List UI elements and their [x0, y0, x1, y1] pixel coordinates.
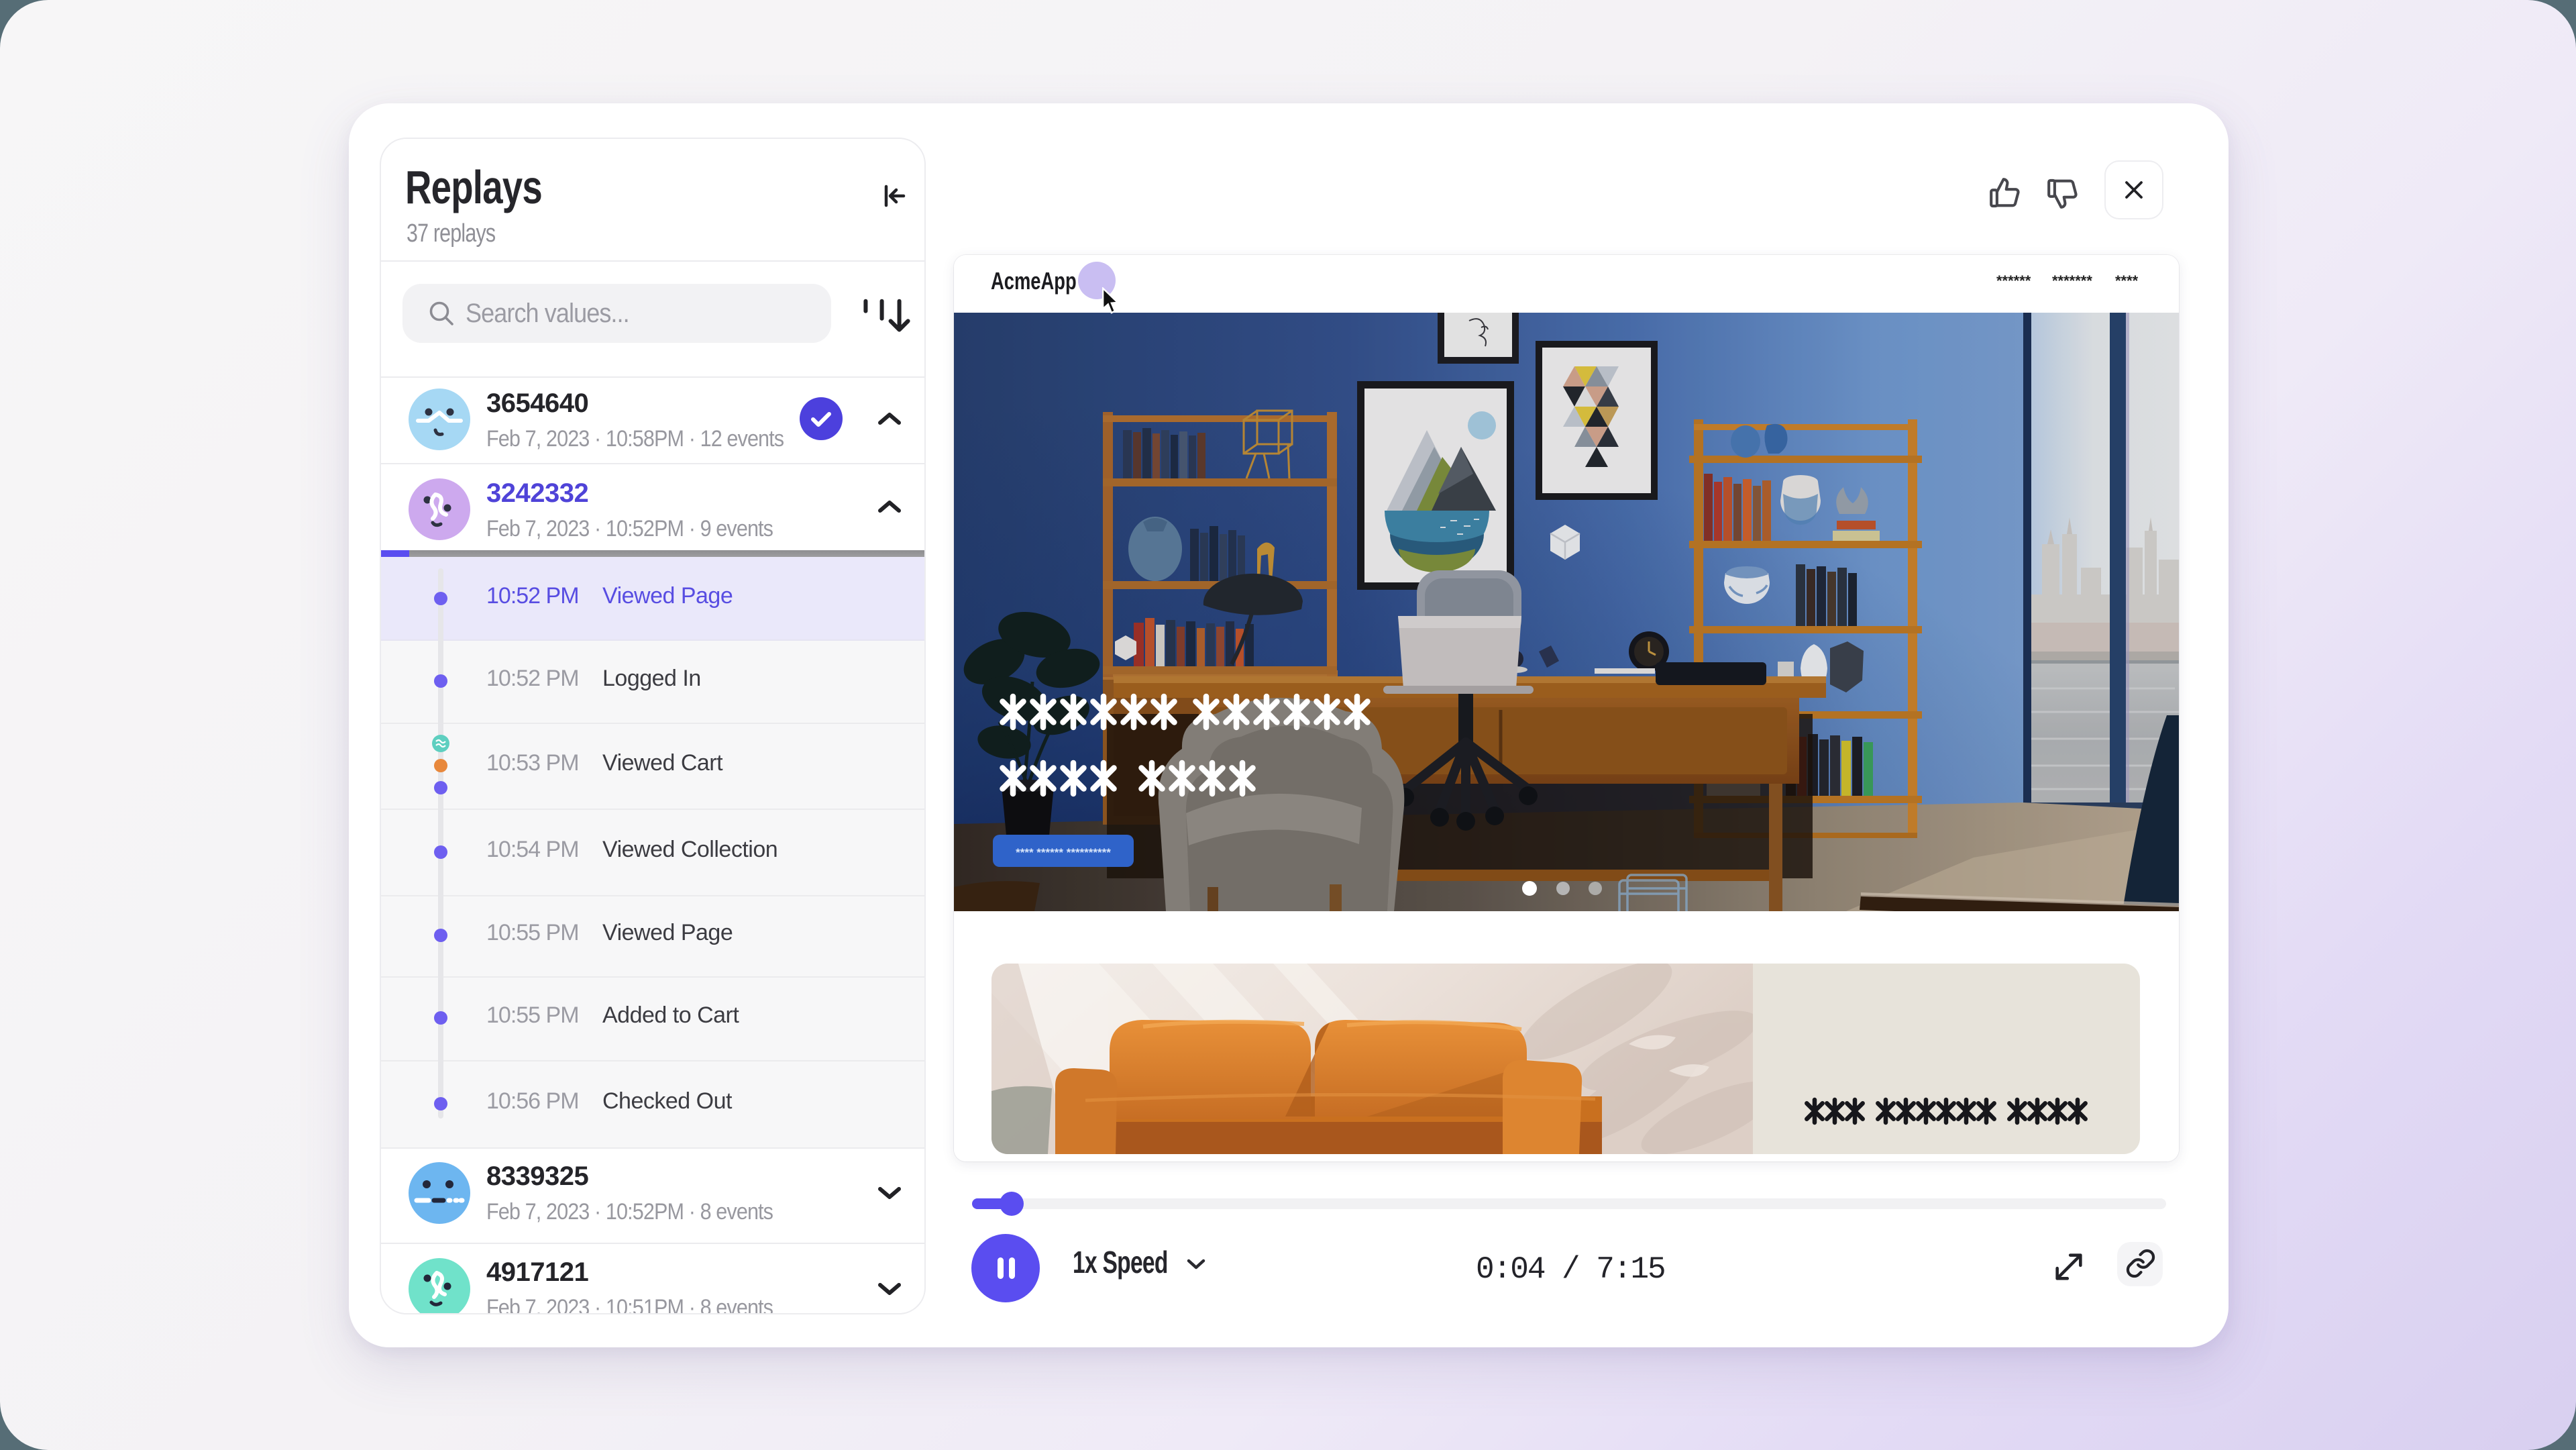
svg-text:**** ****** **********: **** ****** **********: [1016, 846, 1111, 859]
